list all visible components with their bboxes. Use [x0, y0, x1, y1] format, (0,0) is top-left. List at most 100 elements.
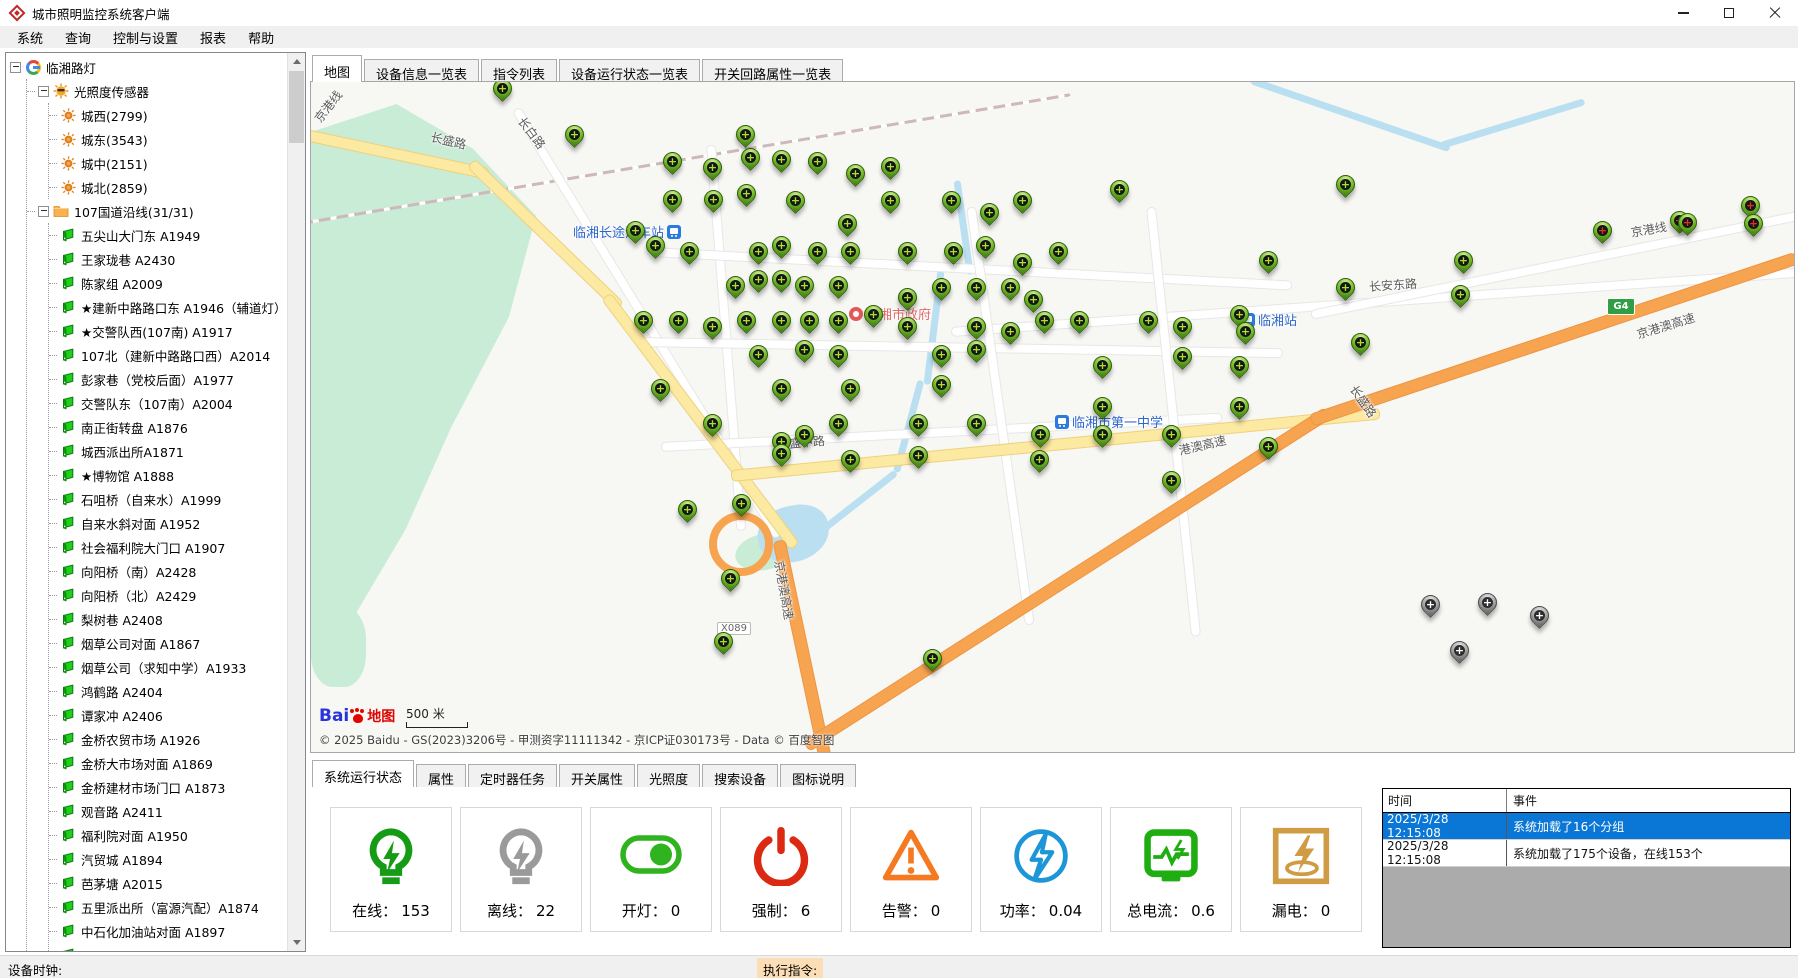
- tree-item-1-6[interactable]: 彭家巷（党校后面）A1977: [49, 367, 288, 391]
- tree-item-1-29[interactable]: 中石化加油站对面 A1897: [49, 919, 288, 943]
- map-pin-alarm[interactable]: +: [1740, 210, 1767, 237]
- tree-collapse-icon[interactable]: [10, 62, 21, 73]
- map-pin-green[interactable]: +: [1332, 274, 1359, 301]
- map-pin-green[interactable]: +: [1106, 176, 1133, 203]
- map-pin-green[interactable]: +: [825, 307, 852, 334]
- tree-item-1-16[interactable]: 梨树巷 A2408: [49, 607, 288, 631]
- map-pin-green[interactable]: +: [877, 187, 904, 214]
- tree-scrollbar[interactable]: [287, 53, 305, 951]
- tree-item-0-2[interactable]: 城中(2151): [49, 151, 288, 175]
- map-pin-green[interactable]: +: [1226, 393, 1253, 420]
- map-pin-green[interactable]: +: [733, 180, 760, 207]
- bottom-tab-6[interactable]: 图标说明: [780, 764, 856, 787]
- tree-item-1-10[interactable]: ★博物馆 A1888: [49, 463, 288, 487]
- map-pin-green[interactable]: +: [905, 442, 932, 469]
- tree-item-1-2[interactable]: 陈家组 A2009: [49, 271, 288, 295]
- tree-item-1-21[interactable]: 金桥农贸市场 A1926: [49, 727, 288, 751]
- map-pin-offline[interactable]: +: [1526, 602, 1553, 629]
- map-pin-green[interactable]: +: [997, 274, 1024, 301]
- tree-root-item[interactable]: 临湘路灯: [10, 55, 288, 79]
- map-pin-green[interactable]: +: [877, 153, 904, 180]
- map-tab-1[interactable]: 设备信息一览表: [364, 59, 479, 82]
- tree-item-1-8[interactable]: 南正街转盘 A1876: [49, 415, 288, 439]
- tree-item-1-22[interactable]: 金桥大市场对面 A1869: [49, 751, 288, 775]
- map-tab-3[interactable]: 设备运行状态一览表: [559, 59, 700, 82]
- tree-item-1-0[interactable]: 五尖山大门东 A1949: [49, 223, 288, 247]
- tree-item-1-17[interactable]: 烟草公司对面 A1867: [49, 631, 288, 655]
- map-pin-green[interactable]: +: [676, 238, 703, 265]
- map-pin-green[interactable]: +: [1255, 247, 1282, 274]
- tree-item-1-30[interactable]: [49, 943, 288, 952]
- bottom-tab-3[interactable]: 开关属性: [559, 764, 635, 787]
- tree-item-1-19[interactable]: 鸿鹤路 A2404: [49, 679, 288, 703]
- map-pin-green[interactable]: +: [674, 496, 701, 523]
- map-pin-green[interactable]: +: [796, 307, 823, 334]
- menu-item-1[interactable]: 查询: [54, 26, 102, 49]
- map-pin-green[interactable]: +: [665, 307, 692, 334]
- map-pin-green[interactable]: +: [768, 375, 795, 402]
- tree-item-0-1[interactable]: 城东(3543): [49, 127, 288, 151]
- tree-collapse-icon[interactable]: [38, 86, 49, 97]
- map-pin-green[interactable]: +: [659, 148, 686, 175]
- tree-item-1-26[interactable]: 汽贸城 A1894: [49, 847, 288, 871]
- map-pin-offline[interactable]: +: [1417, 591, 1444, 618]
- event-row-1[interactable]: 2025/3/28 12:15:08系统加载了175个设备，在线153个: [1383, 840, 1790, 867]
- map-pin-green[interactable]: +: [1066, 307, 1093, 334]
- bottom-tab-5[interactable]: 搜索设备: [702, 764, 778, 787]
- tree-item-1-27[interactable]: 芭茅塘 A2015: [49, 871, 288, 895]
- map-pin-green[interactable]: +: [768, 307, 795, 334]
- map-tab-2[interactable]: 指令列表: [481, 59, 557, 82]
- map-tab-0[interactable]: 地图: [312, 55, 362, 82]
- tree-group-1[interactable]: 107国道沿线(31/31): [27, 199, 288, 223]
- map-pin-green[interactable]: +: [1089, 352, 1116, 379]
- map-pin-green[interactable]: +: [768, 146, 795, 173]
- menu-item-2[interactable]: 控制与设置: [102, 26, 189, 49]
- tree-item-1-14[interactable]: 向阳桥（南）A2428: [49, 559, 288, 583]
- map-pin-offline[interactable]: +: [1474, 589, 1501, 616]
- map-pin-green[interactable]: +: [659, 186, 686, 213]
- close-button[interactable]: [1752, 0, 1798, 26]
- minimize-button[interactable]: [1660, 0, 1706, 26]
- tree-item-1-18[interactable]: 烟草公司（求知中学）A1933: [49, 655, 288, 679]
- map-canvas[interactable]: 京港线长盛路长白路长安东路京港线京港澳高速长盛路长盛中路港澳高速京港澳高速X08…: [310, 81, 1795, 753]
- scrollbar-thumb[interactable]: [289, 71, 304, 143]
- map-pin-green[interactable]: +: [834, 210, 861, 237]
- tree-item-1-12[interactable]: 自来水斜对面 A1952: [49, 511, 288, 535]
- map-pin-green[interactable]: +: [825, 272, 852, 299]
- tree-item-0-3[interactable]: 城北(2859): [49, 175, 288, 199]
- map-pin-green[interactable]: +: [745, 266, 772, 293]
- map-pin-green[interactable]: +: [782, 187, 809, 214]
- menu-item-0[interactable]: 系统: [6, 26, 54, 49]
- map-pin-green[interactable]: +: [1045, 238, 1072, 265]
- menu-item-4[interactable]: 帮助: [237, 26, 285, 49]
- tree-item-1-23[interactable]: 金桥建材市场门口 A1873: [49, 775, 288, 799]
- map-pin-green[interactable]: +: [768, 266, 795, 293]
- map-tab-4[interactable]: 开关回路属性一览表: [702, 59, 843, 82]
- tree-item-1-5[interactable]: 107北（建新中路路口西）A2014: [49, 343, 288, 367]
- bottom-tab-4[interactable]: 光照度: [637, 764, 700, 787]
- map-pin-green[interactable]: +: [1450, 247, 1477, 274]
- map-pin-green[interactable]: +: [1009, 187, 1036, 214]
- tree-item-1-7[interactable]: 交警队东（107南）A2004: [49, 391, 288, 415]
- map-pin-green[interactable]: +: [1347, 329, 1374, 356]
- tree-item-0-0[interactable]: 城西(2799): [49, 103, 288, 127]
- tree-group-0[interactable]: 光照度传感器: [27, 79, 288, 103]
- tree-item-1-24[interactable]: 观音路 A2411: [49, 799, 288, 823]
- tree-collapse-icon[interactable]: [38, 206, 49, 217]
- map-pin-green[interactable]: +: [928, 274, 955, 301]
- map-pin-green[interactable]: +: [732, 121, 759, 148]
- tree-item-1-15[interactable]: 向阳桥（北）A2429: [49, 583, 288, 607]
- map-pin-green[interactable]: +: [1020, 286, 1047, 313]
- tree-item-1-4[interactable]: ★交警队西(107南) A1917: [49, 319, 288, 343]
- tree-item-1-11[interactable]: 石咀桥（自来水）A1999: [49, 487, 288, 511]
- map-pin-green[interactable]: +: [699, 154, 726, 181]
- scroll-up-arrow-icon[interactable]: [288, 53, 305, 70]
- bottom-tab-2[interactable]: 定时器任务: [468, 764, 557, 787]
- map-pin-alarm[interactable]: +: [1589, 217, 1616, 244]
- tree-item-1-1[interactable]: 王家珑巷 A2430: [49, 247, 288, 271]
- map-pin-green[interactable]: +: [804, 148, 831, 175]
- map-pin-green[interactable]: +: [733, 307, 760, 334]
- map-pin-green[interactable]: +: [842, 160, 869, 187]
- map-pin-green[interactable]: +: [700, 186, 727, 213]
- bottom-tab-0[interactable]: 系统运行状态: [312, 760, 414, 787]
